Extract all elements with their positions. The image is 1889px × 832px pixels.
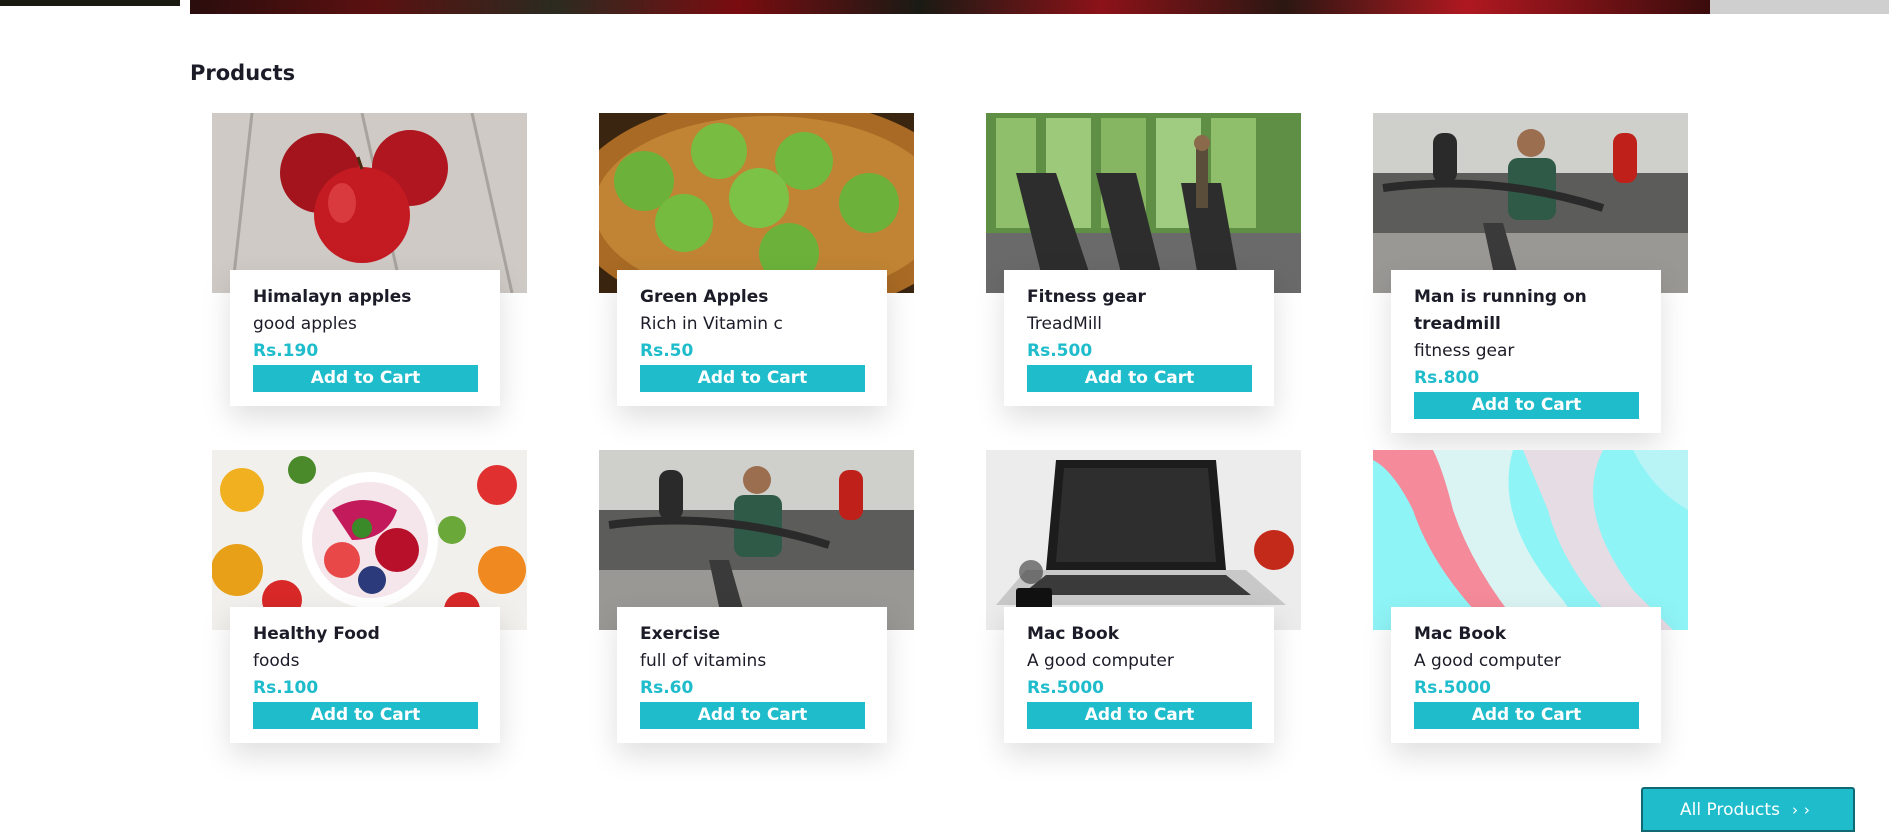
product-name[interactable]: Man is running on treadmill [1414, 284, 1639, 338]
product-price: Rs.60 [640, 678, 694, 698]
product-name[interactable]: Exercise [640, 621, 865, 648]
product-price: Rs.100 [253, 678, 319, 698]
top-banner-scroll-area [1710, 0, 1889, 14]
product-image-gym-treadmills[interactable] [986, 113, 1301, 293]
product-description: A good computer [1414, 651, 1561, 671]
add-to-cart-button[interactable]: Add to Cart [1027, 702, 1252, 729]
add-to-cart-button[interactable]: Add to Cart [253, 365, 478, 392]
product-price: Rs.5000 [1027, 678, 1104, 698]
add-to-cart-button[interactable]: Add to Cart [1414, 392, 1639, 419]
add-to-cart-button[interactable]: Add to Cart [1027, 365, 1252, 392]
product-card-body: Himalayn apples good apples Rs.190 Add t… [230, 270, 500, 406]
product-image-red-apples[interactable] [212, 113, 527, 293]
product-card-body: Mac Book A good computer Rs.5000 Add to … [1391, 607, 1661, 743]
product-description: foods [253, 651, 300, 671]
product-card-body: Healthy Food foods Rs.100 Add to Cart [230, 607, 500, 743]
product-image-man-on-treadmill[interactable] [599, 450, 914, 630]
product-price: Rs.500 [1027, 341, 1093, 361]
product-name[interactable]: Green Apples [640, 284, 865, 311]
product-image-green-apples[interactable] [599, 113, 914, 293]
product-name[interactable]: Mac Book [1414, 621, 1639, 648]
product-card-body: Fitness gear TreadMill Rs.500 Add to Car… [1004, 270, 1274, 406]
chevron-right-icon: ›› [1791, 800, 1816, 819]
product-description: A good computer [1027, 651, 1174, 671]
product-name[interactable]: Mac Book [1027, 621, 1252, 648]
top-banner-left [0, 0, 180, 6]
product-price: Rs.50 [640, 341, 694, 361]
product-name[interactable]: Healthy Food [253, 621, 478, 648]
product-image-fruit-bowl[interactable] [212, 450, 527, 630]
section-title: Products [190, 61, 296, 85]
product-description: Rich in Vitamin c [640, 314, 783, 334]
product-name[interactable]: Fitness gear [1027, 284, 1252, 311]
product-price: Rs.800 [1414, 368, 1480, 388]
product-card-body: Green Apples Rich in Vitamin c Rs.50 Add… [617, 270, 887, 406]
add-to-cart-button[interactable]: Add to Cart [253, 702, 478, 729]
product-card-body: Man is running on treadmill fitness gear… [1391, 270, 1661, 433]
add-to-cart-button[interactable]: Add to Cart [640, 702, 865, 729]
product-image-pink-cyan-abstract[interactable] [1373, 450, 1688, 630]
product-image-man-on-treadmill[interactable] [1373, 113, 1688, 293]
product-name[interactable]: Himalayn apples [253, 284, 478, 311]
product-image-laptop-with-apple[interactable] [986, 450, 1301, 630]
product-card-body: Exercise full of vitamins Rs.60 Add to C… [617, 607, 887, 743]
product-price: Rs.5000 [1414, 678, 1491, 698]
top-banner-image [190, 0, 1710, 14]
product-description: fitness gear [1414, 341, 1515, 361]
add-to-cart-button[interactable]: Add to Cart [1414, 702, 1639, 729]
add-to-cart-button[interactable]: Add to Cart [640, 365, 865, 392]
all-products-button[interactable]: All Products ›› [1641, 787, 1855, 832]
product-price: Rs.190 [253, 341, 319, 361]
product-description: full of vitamins [640, 651, 767, 671]
product-card-body: Mac Book A good computer Rs.5000 Add to … [1004, 607, 1274, 743]
product-description: good apples [253, 314, 357, 334]
product-description: TreadMill [1027, 314, 1103, 334]
all-products-label: All Products [1680, 799, 1780, 820]
